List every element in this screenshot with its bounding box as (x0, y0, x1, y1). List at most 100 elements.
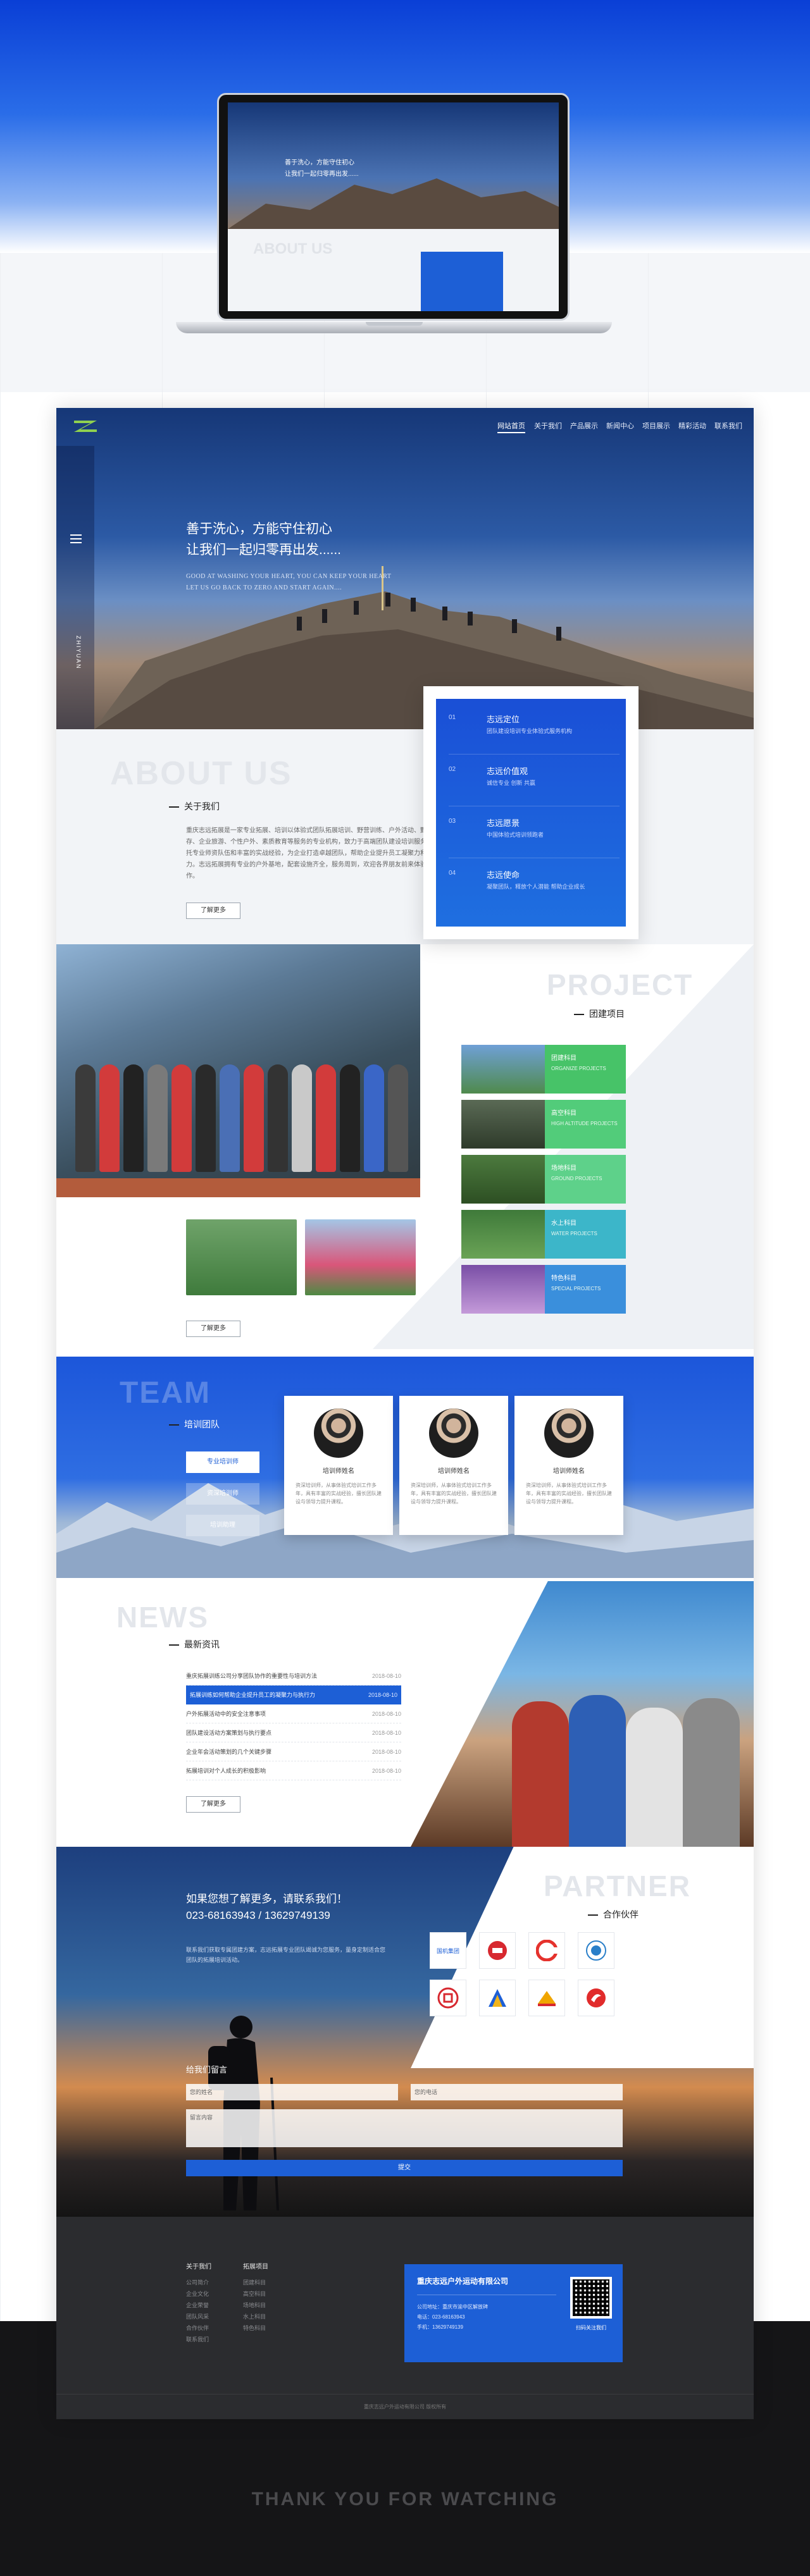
partner-logo[interactable] (479, 1980, 516, 2016)
project-more-button[interactable]: 了解更多 (186, 1321, 240, 1337)
partner-en-heading: PARTNER (544, 1870, 691, 1902)
about-en-heading: ABOUT US (110, 755, 292, 792)
partner-logo-shape (489, 1989, 506, 2007)
footer-link[interactable]: 高空科目 (243, 2288, 266, 2300)
project-en: ORGANIZE PROJECTS (551, 1066, 606, 1071)
project-en-heading: PROJECT (547, 968, 694, 1001)
team-tab-3[interactable]: 培训助理 (186, 1515, 259, 1536)
footer-link[interactable]: 水上科目 (243, 2311, 266, 2322)
project-image (461, 1100, 545, 1149)
news-item-title: 企业年会活动策划的几个关键步骤 (186, 1749, 272, 1755)
partner-logo[interactable] (578, 1980, 614, 2016)
team-tab-2[interactable]: 资深培训师 (186, 1483, 259, 1505)
footer-link[interactable]: 公司简介 (186, 2277, 209, 2288)
card-item: 02 志远价值观 诚信专业 创新 共赢 (449, 762, 620, 806)
team-card[interactable]: 培训师姓名 资深培训师，从事体验式培训工作多年，具有丰富的实战经验，擅长团队建设… (399, 1396, 508, 1535)
message-field[interactable]: 留言内容 (186, 2109, 623, 2147)
member-desc: 资深培训师，从事体验式培训工作多年，具有丰富的实战经验，擅长团队建设与领导力提升… (296, 1482, 382, 1505)
laptop-about-card (421, 252, 503, 311)
footer-col1-title: 关于我们 (186, 2264, 211, 2271)
news-item[interactable]: 企业年会活动策划的几个关键步骤 2018-08-10 (186, 1742, 401, 1761)
news-item[interactable]: 团队建设活动方案策划与执行要点 2018-08-10 (186, 1723, 401, 1742)
partner-logo[interactable] (528, 1932, 565, 1969)
project-image (461, 1265, 545, 1314)
footer-link[interactable]: 特色科目 (243, 2322, 266, 2334)
about-more-button[interactable]: 了解更多 (186, 903, 240, 919)
member-name: 培训师姓名 (438, 1468, 470, 1475)
phone-field[interactable]: 您的电话 (411, 2084, 623, 2100)
project-name: 特色科目 (551, 1275, 576, 1282)
news-more-button[interactable]: 了解更多 (186, 1796, 240, 1813)
news-item-active[interactable]: 拓展训练如何帮助企业提升员工的凝聚力与执行力 2018-08-10 (186, 1685, 401, 1704)
laptop-notch (366, 322, 423, 326)
submit-button[interactable]: 提交 (186, 2160, 623, 2176)
project-name: 场地科目 (551, 1165, 576, 1172)
team-card[interactable]: 培训师姓名 资深培训师，从事体验式培训工作多年，具有丰富的实战经验，擅长团队建设… (284, 1396, 393, 1535)
footer-link[interactable]: 团建科目 (243, 2277, 266, 2288)
court-floor (56, 1178, 420, 1197)
team-card[interactable]: 培训师姓名 资深培训师，从事体验式培训工作多年，具有丰富的实战经验，擅长团队建设… (514, 1396, 623, 1535)
nav-products[interactable]: 产品展示 (570, 421, 598, 433)
news-photo (411, 1581, 754, 1847)
project-row[interactable]: 团建科目 ORGANIZE PROJECTS (461, 1045, 626, 1094)
project-image (461, 1210, 545, 1259)
hero-sub-line1: GOOD AT WASHING YOUR HEART, YOU CAN KEEP… (186, 573, 392, 580)
card-num: 04 (449, 870, 456, 877)
project-thumb-2[interactable] (305, 1219, 416, 1295)
nav-projects[interactable]: 项目展示 (642, 421, 670, 433)
footer-col1-links: 公司简介 企业文化 企业荣誉 团队风采 合作伙伴 联系我们 (186, 2277, 209, 2345)
project-row[interactable]: 水上科目 WATER PROJECTS (461, 1210, 626, 1259)
partner-logo[interactable] (430, 1980, 466, 2016)
partner-logo-shape (437, 1987, 459, 2009)
partner-logo-shape (586, 1940, 606, 1961)
partner-logo-shape (536, 1940, 558, 1961)
footer-link[interactable]: 场地科目 (243, 2300, 266, 2311)
project-row[interactable]: 高空科目 HIGH ALTITUDE PROJECTS (461, 1100, 626, 1149)
news-item-date: 2018-08-10 (371, 1673, 401, 1679)
nav-news[interactable]: 新闻中心 (606, 421, 634, 433)
card-desc: 诚信专业 创新 共赢 (487, 780, 536, 786)
footer-link[interactable]: 联系我们 (186, 2334, 209, 2345)
footer-link[interactable]: 团队风采 (186, 2311, 209, 2322)
footer-link[interactable]: 合作伙伴 (186, 2322, 209, 2334)
news-en-heading: NEWS (116, 1601, 209, 1634)
card-num: 03 (449, 818, 456, 825)
nav-events[interactable]: 精彩活动 (678, 421, 706, 433)
project-title: 团建项目 (574, 1008, 625, 1020)
partner-logo[interactable] (479, 1932, 516, 1969)
news-item[interactable]: 重庆拓展训练公司分享团队协作的重要性与培训方法 2018-08-10 (186, 1667, 401, 1685)
contact-text: 联系我们获取专属团建方案，志远拓展专业团队竭诚为您服务，量身定制适合您团队的拓展… (186, 1947, 386, 1963)
partner-logo-shape (587, 1988, 606, 2007)
nav-about[interactable]: 关于我们 (534, 421, 562, 433)
footer-link[interactable]: 企业荣誉 (186, 2300, 209, 2311)
team-tab-1[interactable]: 专业培训师 (186, 1451, 259, 1473)
news-item[interactable]: 户外拓展活动中的安全注意事项 2018-08-10 (186, 1704, 401, 1723)
partner-logo[interactable]: 国机集团 (430, 1932, 466, 1969)
news-item[interactable]: 拓展培训对个人成长的积极影响 2018-08-10 (186, 1761, 401, 1780)
project-row[interactable]: 场地科目 GROUND PROJECTS (461, 1155, 626, 1204)
partner-logo[interactable] (578, 1932, 614, 1969)
nav-contact[interactable]: 联系我们 (714, 421, 742, 433)
side-vertical-text: ZHIYUAN (75, 636, 82, 670)
news-item-title: 户外拓展活动中的安全注意事项 (186, 1711, 266, 1717)
footer-contact-info: 公司地址：重庆市渝中区解放碑 电话：023-68163943 手机：136297… (417, 2302, 488, 2333)
project-name: 团建科目 (551, 1055, 576, 1062)
laptop-hero-line2: 让我们一起归零再出发...... (285, 171, 359, 178)
project-en: GROUND PROJECTS (551, 1176, 602, 1181)
footer-address: 公司地址：重庆市渝中区解放碑 (417, 2304, 488, 2310)
project-label-box: 场地科目 GROUND PROJECTS (545, 1155, 626, 1204)
nav-home[interactable]: 网站首页 (497, 421, 525, 433)
name-field[interactable]: 您的姓名 (186, 2084, 398, 2100)
card-desc: 团队建设培训专业体验式服务机构 (487, 728, 573, 734)
project-row[interactable]: 特色科目 SPECIAL PROJECTS (461, 1265, 626, 1314)
about-text: 重庆志远拓展是一家专业拓展、培训以体验式团队拓展培训、野营训练、户外活动、野外生… (186, 827, 439, 880)
card-title: 志远价值观 (487, 767, 528, 776)
footer-link[interactable]: 企业文化 (186, 2288, 209, 2300)
project-thumb-1[interactable] (186, 1219, 297, 1295)
project-name: 水上科目 (551, 1220, 576, 1227)
news-item-date: 2018-08-10 (368, 1692, 397, 1698)
hero-sub-line2: LET US GO BACK TO ZERO AND START AGAIN..… (186, 584, 342, 591)
brand-logo[interactable] (72, 417, 99, 436)
partner-logo[interactable] (528, 1980, 565, 2016)
hamburger-menu-icon[interactable] (70, 534, 82, 543)
